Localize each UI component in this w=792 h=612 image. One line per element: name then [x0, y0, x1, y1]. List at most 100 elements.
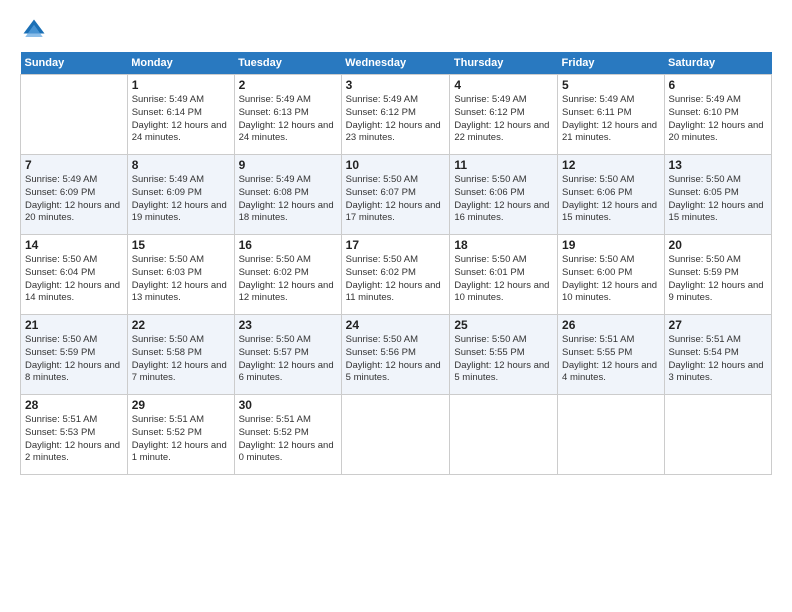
day-number: 23	[239, 318, 337, 332]
day-info: Sunrise: 5:49 AMSunset: 6:13 PMDaylight:…	[239, 94, 337, 145]
day-number: 13	[669, 158, 767, 172]
calendar-day-cell: 22Sunrise: 5:50 AMSunset: 5:58 PMDayligh…	[127, 315, 234, 395]
day-number: 28	[25, 398, 123, 412]
weekday-header-friday: Friday	[558, 52, 665, 75]
calendar-week-row: 28 Sunrise: 5:51 AMSunset: 5:53 PMDayligh…	[21, 395, 772, 475]
day-info: Sunrise: 5:50 AMSunset: 6:01 PMDaylight:…	[454, 254, 553, 305]
calendar-day-cell: 13 Sunrise: 5:50 AMSunset: 6:05 PMDayligh…	[664, 155, 771, 235]
day-number: 19	[562, 238, 660, 252]
calendar-day-cell: 16 Sunrise: 5:50 AMSunset: 6:02 PMDayligh…	[234, 235, 341, 315]
day-info: Sunrise: 5:49 AMSunset: 6:09 PMDaylight:…	[132, 174, 230, 225]
day-info: Sunrise: 5:49 AMSunset: 6:14 PMDaylight:…	[132, 94, 230, 145]
day-number: 21	[25, 318, 123, 332]
calendar-day-cell: 23 Sunrise: 5:50 AMSunset: 5:57 PMDayligh…	[234, 315, 341, 395]
header	[20, 16, 772, 44]
day-info: Sunrise: 5:51 AMSunset: 5:53 PMDaylight:…	[25, 414, 123, 465]
weekday-header-wednesday: Wednesday	[341, 52, 450, 75]
calendar-day-cell: 15Sunrise: 5:50 AMSunset: 6:03 PMDayligh…	[127, 235, 234, 315]
day-number: 18	[454, 238, 553, 252]
day-number: 14	[25, 238, 123, 252]
day-info: Sunrise: 5:51 AMSunset: 5:52 PMDaylight:…	[132, 414, 230, 465]
day-number: 27	[669, 318, 767, 332]
day-info: Sunrise: 5:49 AMSunset: 6:11 PMDaylight:…	[562, 94, 660, 145]
weekday-header-row: SundayMondayTuesdayWednesdayThursdayFrid…	[21, 52, 772, 75]
day-number: 3	[346, 78, 446, 92]
day-info: Sunrise: 5:50 AMSunset: 6:00 PMDaylight:…	[562, 254, 660, 305]
day-info: Sunrise: 5:50 AMSunset: 5:58 PMDaylight:…	[132, 334, 230, 385]
day-info: Sunrise: 5:51 AMSunset: 5:52 PMDaylight:…	[239, 414, 337, 465]
calendar-day-cell: 11 Sunrise: 5:50 AMSunset: 6:06 PMDayligh…	[450, 155, 558, 235]
calendar-day-cell: 21 Sunrise: 5:50 AMSunset: 5:59 PMDayligh…	[21, 315, 128, 395]
calendar-day-cell: 9 Sunrise: 5:49 AMSunset: 6:08 PMDaylight…	[234, 155, 341, 235]
weekday-header-tuesday: Tuesday	[234, 52, 341, 75]
day-number: 25	[454, 318, 553, 332]
day-info: Sunrise: 5:50 AMSunset: 5:57 PMDaylight:…	[239, 334, 337, 385]
day-info: Sunrise: 5:50 AMSunset: 6:04 PMDaylight:…	[25, 254, 123, 305]
calendar-day-cell: 26 Sunrise: 5:51 AMSunset: 5:55 PMDayligh…	[558, 315, 665, 395]
calendar-day-cell: 3 Sunrise: 5:49 AMSunset: 6:12 PMDaylight…	[341, 75, 450, 155]
calendar-day-cell: 19 Sunrise: 5:50 AMSunset: 6:00 PMDayligh…	[558, 235, 665, 315]
day-number: 26	[562, 318, 660, 332]
calendar-day-cell: 17 Sunrise: 5:50 AMSunset: 6:02 PMDayligh…	[341, 235, 450, 315]
day-number: 8	[132, 158, 230, 172]
calendar-week-row: 21 Sunrise: 5:50 AMSunset: 5:59 PMDayligh…	[21, 315, 772, 395]
day-info: Sunrise: 5:50 AMSunset: 6:07 PMDaylight:…	[346, 174, 446, 225]
day-info: Sunrise: 5:49 AMSunset: 6:08 PMDaylight:…	[239, 174, 337, 225]
day-number: 9	[239, 158, 337, 172]
day-number: 4	[454, 78, 553, 92]
calendar-week-row: 14 Sunrise: 5:50 AMSunset: 6:04 PMDayligh…	[21, 235, 772, 315]
day-number: 17	[346, 238, 446, 252]
calendar-day-cell: 2 Sunrise: 5:49 AMSunset: 6:13 PMDaylight…	[234, 75, 341, 155]
day-info: Sunrise: 5:50 AMSunset: 5:59 PMDaylight:…	[25, 334, 123, 385]
day-number: 29	[132, 398, 230, 412]
day-info: Sunrise: 5:50 AMSunset: 6:05 PMDaylight:…	[669, 174, 767, 225]
day-info: Sunrise: 5:50 AMSunset: 5:55 PMDaylight:…	[454, 334, 553, 385]
day-info: Sunrise: 5:50 AMSunset: 6:02 PMDaylight:…	[346, 254, 446, 305]
calendar-day-cell: 7 Sunrise: 5:49 AMSunset: 6:09 PMDaylight…	[21, 155, 128, 235]
day-info: Sunrise: 5:50 AMSunset: 6:06 PMDaylight:…	[454, 174, 553, 225]
day-number: 24	[346, 318, 446, 332]
day-info: Sunrise: 5:50 AMSunset: 5:59 PMDaylight:…	[669, 254, 767, 305]
calendar-day-cell: 29 Sunrise: 5:51 AMSunset: 5:52 PMDayligh…	[127, 395, 234, 475]
day-number: 10	[346, 158, 446, 172]
empty-cell	[450, 395, 558, 475]
calendar-day-cell: 27 Sunrise: 5:51 AMSunset: 5:54 PMDayligh…	[664, 315, 771, 395]
day-number: 7	[25, 158, 123, 172]
day-number: 16	[239, 238, 337, 252]
weekday-header-sunday: Sunday	[21, 52, 128, 75]
calendar-day-cell: 10 Sunrise: 5:50 AMSunset: 6:07 PMDayligh…	[341, 155, 450, 235]
calendar-day-cell: 20 Sunrise: 5:50 AMSunset: 5:59 PMDayligh…	[664, 235, 771, 315]
day-number: 5	[562, 78, 660, 92]
empty-cell	[664, 395, 771, 475]
day-info: Sunrise: 5:50 AMSunset: 5:56 PMDaylight:…	[346, 334, 446, 385]
day-info: Sunrise: 5:49 AMSunset: 6:12 PMDaylight:…	[346, 94, 446, 145]
calendar-day-cell: 12Sunrise: 5:50 AMSunset: 6:06 PMDayligh…	[558, 155, 665, 235]
calendar-table: SundayMondayTuesdayWednesdayThursdayFrid…	[20, 52, 772, 475]
day-info: Sunrise: 5:50 AMSunset: 6:02 PMDaylight:…	[239, 254, 337, 305]
empty-cell	[558, 395, 665, 475]
calendar-day-cell: 30 Sunrise: 5:51 AMSunset: 5:52 PMDayligh…	[234, 395, 341, 475]
empty-cell	[341, 395, 450, 475]
day-number: 12	[562, 158, 660, 172]
day-info: Sunrise: 5:51 AMSunset: 5:54 PMDaylight:…	[669, 334, 767, 385]
weekday-header-thursday: Thursday	[450, 52, 558, 75]
day-number: 30	[239, 398, 337, 412]
calendar-day-cell: 25 Sunrise: 5:50 AMSunset: 5:55 PMDayligh…	[450, 315, 558, 395]
calendar-day-cell: 28 Sunrise: 5:51 AMSunset: 5:53 PMDayligh…	[21, 395, 128, 475]
day-number: 11	[454, 158, 553, 172]
generalblue-logo-icon	[20, 16, 48, 44]
day-info: Sunrise: 5:49 AMSunset: 6:09 PMDaylight:…	[25, 174, 123, 225]
weekday-header-saturday: Saturday	[664, 52, 771, 75]
empty-cell	[21, 75, 128, 155]
day-info: Sunrise: 5:51 AMSunset: 5:55 PMDaylight:…	[562, 334, 660, 385]
calendar-week-row: 1 Sunrise: 5:49 AMSunset: 6:14 PMDaylight…	[21, 75, 772, 155]
calendar-day-cell: 14 Sunrise: 5:50 AMSunset: 6:04 PMDayligh…	[21, 235, 128, 315]
day-number: 2	[239, 78, 337, 92]
calendar-week-row: 7 Sunrise: 5:49 AMSunset: 6:09 PMDaylight…	[21, 155, 772, 235]
day-number: 20	[669, 238, 767, 252]
day-info: Sunrise: 5:49 AMSunset: 6:12 PMDaylight:…	[454, 94, 553, 145]
day-number: 15	[132, 238, 230, 252]
calendar-day-cell: 4 Sunrise: 5:49 AMSunset: 6:12 PMDaylight…	[450, 75, 558, 155]
day-number: 1	[132, 78, 230, 92]
calendar-day-cell: 18 Sunrise: 5:50 AMSunset: 6:01 PMDayligh…	[450, 235, 558, 315]
